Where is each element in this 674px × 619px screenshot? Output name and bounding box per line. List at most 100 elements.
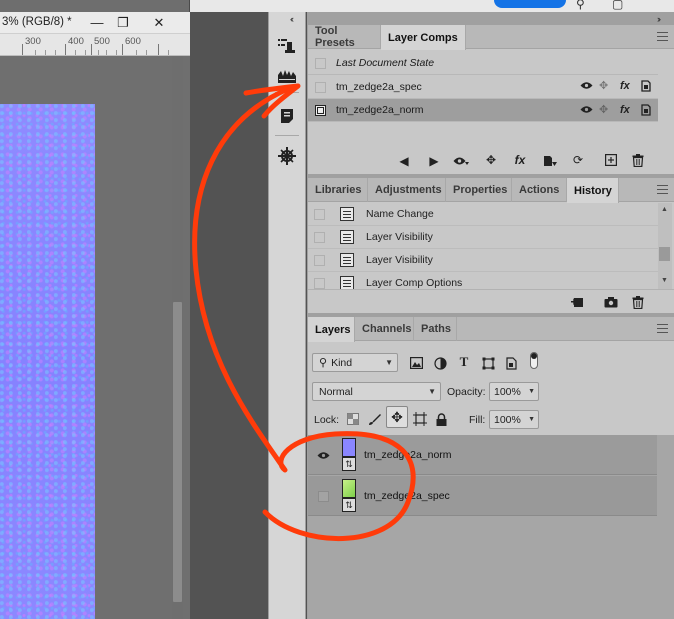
chevron-down-icon[interactable]: ▼ — [528, 388, 535, 395]
document-scrollbar-thumb[interactable] — [173, 302, 182, 602]
document-icon[interactable] — [641, 104, 651, 119]
comp-apply-checkbox[interactable] — [315, 82, 326, 93]
workspace-icon[interactable]: ▢ — [612, 0, 623, 11]
tool-presets-icon[interactable] — [276, 34, 298, 56]
filter-shape-icon[interactable] — [480, 355, 496, 371]
scroll-down-icon[interactable]: ▼ — [661, 277, 668, 284]
filter-adjustment-icon[interactable] — [432, 355, 448, 371]
notes-icon[interactable] — [276, 105, 298, 127]
navigator-icon[interactable] — [276, 145, 298, 167]
snapshot-checkbox[interactable] — [314, 209, 325, 220]
lock-position-icon[interactable]: ✥ — [386, 406, 408, 428]
fill-input[interactable]: 100% ▼ — [489, 410, 539, 429]
update-comp-icon[interactable]: ⟳ — [570, 152, 586, 168]
lock-image-pixels-icon[interactable] — [366, 411, 382, 427]
comp-applied-indicator[interactable] — [315, 105, 326, 116]
history-state[interactable]: Name Change — [308, 203, 658, 226]
layer-visibility-toggle[interactable] — [308, 476, 338, 516]
apply-selection-icon[interactable] — [542, 153, 558, 169]
tab-adjustments[interactable]: Adjustments — [368, 178, 446, 202]
panel-menu-icon[interactable] — [657, 324, 668, 333]
fx-icon[interactable]: fx — [620, 104, 630, 116]
document-titlebar[interactable]: 3% (RGB/8) * — ❐ ✕ — [0, 12, 190, 34]
search-icon[interactable]: ⚲ — [576, 0, 585, 11]
snapshot-checkbox[interactable] — [314, 278, 325, 289]
chevron-down-icon: ▼ — [428, 387, 436, 396]
layer-row[interactable]: ⇅ tm_zedge2a_spec — [308, 476, 657, 516]
tab-layer-comps[interactable]: Layer Comps — [381, 25, 466, 50]
position-icon[interactable]: ✥ — [599, 103, 608, 116]
lock-transparent-pixels-icon[interactable] — [345, 411, 361, 427]
lock-artboard-icon[interactable] — [412, 411, 428, 427]
apply-style-icon[interactable]: fx — [512, 152, 528, 168]
history-state[interactable]: Layer Visibility — [308, 249, 658, 272]
close-button[interactable]: ✕ — [146, 14, 172, 31]
snapshot-checkbox[interactable] — [314, 255, 325, 266]
new-comp-icon[interactable] — [603, 152, 619, 168]
next-comp-icon[interactable]: ▶ — [426, 153, 442, 169]
layer-comps-icon[interactable] — [276, 65, 298, 87]
minimize-button[interactable]: — — [84, 14, 110, 31]
previous-comp-icon[interactable]: ◀ — [396, 153, 412, 169]
tab-properties[interactable]: Properties — [446, 178, 512, 202]
share-button[interactable] — [494, 0, 566, 8]
tab-tool-presets[interactable]: Tool Presets — [308, 25, 381, 49]
history-scrollbar[interactable]: ▲ ▼ — [658, 203, 672, 289]
scroll-up-icon[interactable]: ▲ — [661, 206, 668, 213]
horizontal-ruler[interactable]: 300 400 500 600 — [0, 34, 190, 56]
tab-actions[interactable]: Actions — [512, 178, 567, 202]
history-state[interactable]: Layer Comp Options — [308, 272, 658, 289]
history-state[interactable]: Layer Visibility — [308, 226, 658, 249]
visibility-icon[interactable] — [580, 81, 593, 93]
new-document-from-state-icon[interactable] — [570, 294, 586, 310]
filter-pixel-icon[interactable] — [408, 355, 424, 371]
visibility-icon[interactable] — [580, 105, 593, 117]
tab-layers[interactable]: Layers — [308, 317, 355, 342]
history-toolbar — [308, 289, 674, 313]
layer-comps-toolbar: ◀ ▶ ✥ fx ⟳ — [308, 149, 674, 174]
position-icon[interactable]: ✥ — [599, 79, 608, 92]
tab-libraries[interactable]: Libraries — [308, 178, 368, 202]
panels-collapse-button[interactable]: ›› — [657, 14, 661, 24]
history-scrollbar-thumb[interactable] — [659, 247, 670, 261]
filter-type-icon[interactable]: T — [456, 354, 472, 370]
layer-row[interactable]: ⇅ tm_zedge2a_norm — [308, 435, 657, 475]
filter-toggle-switch[interactable] — [530, 352, 538, 369]
restore-button[interactable]: ❐ — [110, 14, 136, 31]
document-icon[interactable] — [641, 80, 651, 95]
filter-smart-object-icon[interactable] — [504, 355, 520, 371]
tab-history[interactable]: History — [567, 178, 619, 203]
apply-visibility-icon[interactable] — [453, 153, 469, 169]
layer-comp-row[interactable]: tm_zedge2a_spec ✥ fx — [308, 76, 658, 99]
tab-paths[interactable]: Paths — [414, 317, 457, 341]
panel-menu-icon[interactable] — [657, 32, 668, 41]
layer-thumbnail[interactable] — [342, 438, 356, 457]
canvas-area[interactable] — [0, 56, 190, 619]
comp-apply-checkbox[interactable] — [315, 58, 326, 69]
snapshot-camera-icon[interactable] — [603, 294, 619, 310]
layers-list: ⇅ tm_zedge2a_norm ⇅ tm_zedge2a_spec — [308, 435, 674, 619]
comp-label: Last Document State — [336, 57, 435, 69]
fill-label: Fill: — [469, 414, 486, 426]
layer-name[interactable]: tm_zedge2a_spec — [364, 490, 450, 502]
lock-all-icon[interactable] — [433, 411, 449, 427]
layer-name[interactable]: tm_zedge2a_norm — [364, 449, 452, 461]
dock-collapse-button[interactable]: ‹‹ — [290, 14, 294, 24]
layer-comp-row-selected[interactable]: tm_zedge2a_norm ✥ fx — [308, 99, 658, 122]
delete-state-icon[interactable] — [630, 294, 646, 310]
fx-icon[interactable]: fx — [620, 80, 630, 92]
snapshot-checkbox[interactable] — [314, 232, 325, 243]
layer-thumbnail[interactable] — [342, 479, 356, 498]
filter-kind-dropdown[interactable]: ⚲ Kind ▼ — [312, 353, 398, 372]
chevron-down-icon[interactable]: ▼ — [528, 416, 535, 423]
layer-visibility-toggle[interactable] — [308, 435, 338, 475]
layer-comp-row[interactable]: Last Document State — [308, 52, 658, 75]
normal-map-image[interactable] — [0, 104, 95, 619]
opacity-input[interactable]: 100% ▼ — [489, 382, 539, 401]
panel-menu-icon[interactable] — [657, 185, 668, 194]
tab-channels[interactable]: Channels — [355, 317, 414, 341]
eye-icon — [317, 451, 329, 459]
blend-mode-dropdown[interactable]: Normal ▼ — [312, 382, 441, 401]
delete-comp-icon[interactable] — [630, 152, 646, 168]
apply-position-icon[interactable]: ✥ — [483, 152, 499, 168]
